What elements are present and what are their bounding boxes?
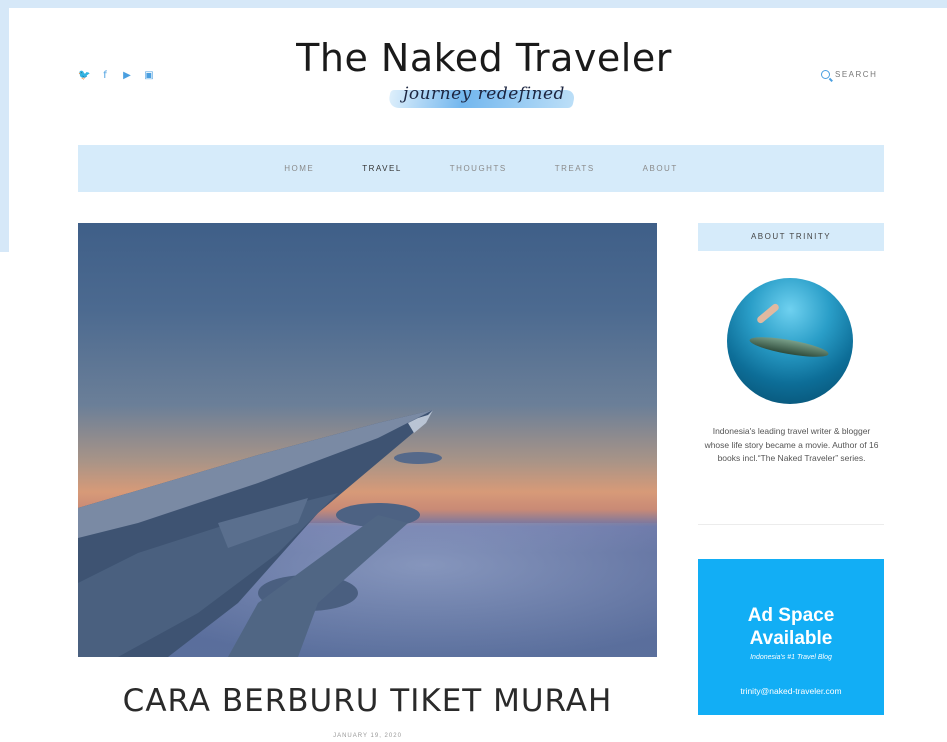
instagram-icon[interactable]: ▣	[144, 70, 154, 81]
post-title[interactable]: CARA BERBURU TIKET MURAH	[78, 683, 657, 719]
post-date: JANUARY 19, 2020	[333, 733, 402, 739]
main-nav: HOME TRAVEL THOUGHTS TREATS ABOUT	[78, 145, 884, 192]
twitter-icon[interactable]: 🐦	[78, 70, 90, 81]
nav-item-travel[interactable]: TRAVEL	[362, 164, 402, 173]
nav-item-thoughts[interactable]: THOUGHTS	[450, 164, 507, 173]
post-featured-image[interactable]	[78, 223, 657, 657]
nav-item-home[interactable]: HOME	[284, 164, 314, 173]
nav-item-about[interactable]: ABOUT	[643, 164, 678, 173]
search-button[interactable]: SEARCH	[821, 70, 877, 79]
site-tagline-block: journey redefined	[384, 80, 584, 114]
about-description: Indonesia's leading travel writer & blog…	[704, 426, 879, 464]
ad-headline: Ad Space Available	[698, 605, 884, 651]
diver-figure	[755, 302, 781, 325]
ad-email[interactable]: trinity@naked-traveler.com	[698, 686, 884, 696]
social-links: 🐦 f ▶ ▣	[78, 70, 154, 81]
search-label: SEARCH	[835, 70, 878, 79]
ad-banner[interactable]: Ad Space Available Indonesia's #1 Travel…	[698, 559, 884, 715]
ad-headline-line-1: Ad Space	[747, 605, 835, 626]
ad-tagline: Indonesia's #1 Travel Blog	[750, 654, 832, 661]
site-title[interactable]: The Naked Traveler	[279, 36, 689, 80]
whale-shark-figure	[748, 333, 830, 361]
youtube-icon[interactable]: ▶	[122, 70, 132, 81]
sidebar-divider	[698, 524, 884, 525]
nav-item-treats[interactable]: TREATS	[555, 164, 595, 173]
page-container: 🐦 f ▶ ▣ The Naked Traveler journey redef…	[9, 8, 947, 742]
facebook-icon[interactable]: f	[100, 70, 110, 81]
site-tagline: journey redefined	[403, 84, 565, 104]
airplane-wing-illustration	[78, 410, 442, 657]
ad-headline-line-2: Available	[749, 627, 833, 649]
search-icon	[821, 70, 830, 79]
about-widget-heading: ABOUT TRINITY	[698, 223, 884, 251]
author-avatar[interactable]	[727, 278, 853, 404]
